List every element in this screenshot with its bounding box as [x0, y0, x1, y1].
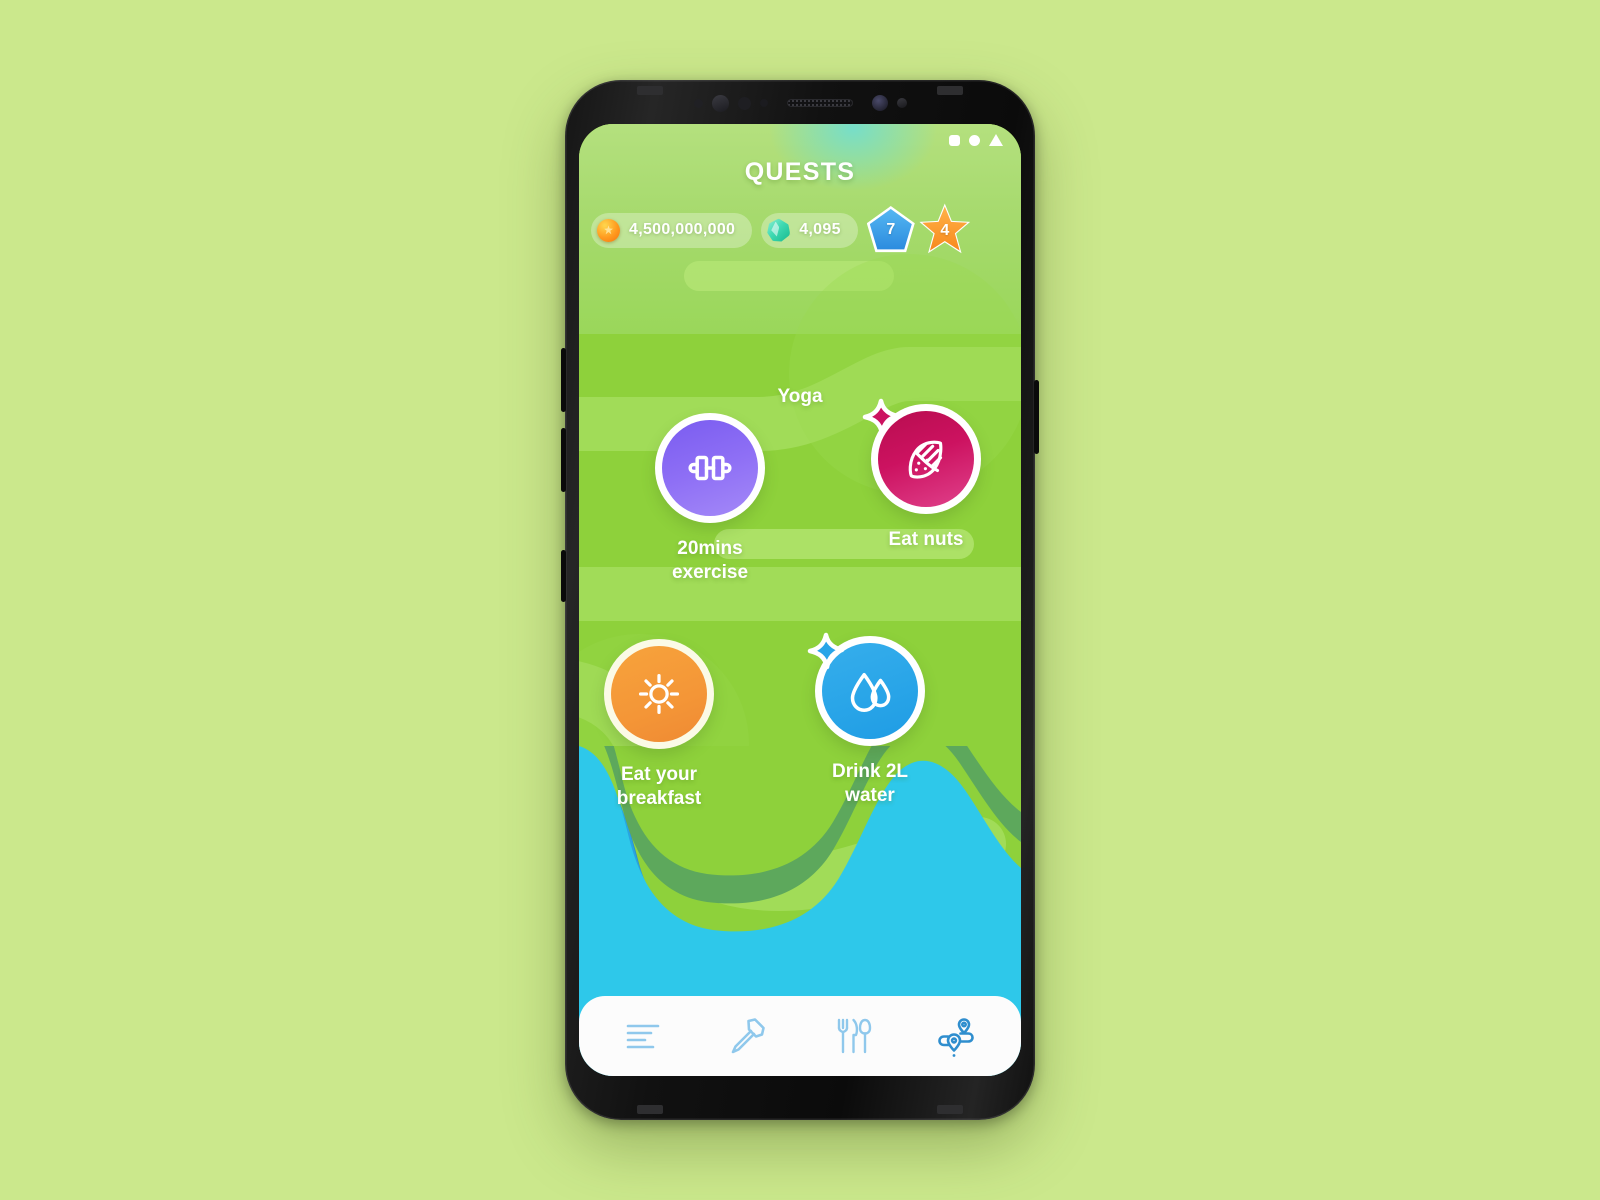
- nav-item-journey[interactable]: [926, 1007, 988, 1065]
- phone-mockup: QUESTS 4,500,000,000 4,095 7 4 Yoga 20mi…: [561, 80, 1039, 1120]
- nav-item-feed[interactable]: [612, 1007, 674, 1065]
- antenna-nub-bottom-right: [937, 1105, 963, 1114]
- phone-screen: QUESTS 4,500,000,000 4,095 7 4 Yoga 20mi…: [579, 124, 1021, 1076]
- hammer-icon: [731, 1018, 765, 1054]
- nav-item-build[interactable]: [717, 1007, 779, 1065]
- nav-item-food[interactable]: [821, 1007, 883, 1065]
- power-button[interactable]: [1034, 380, 1039, 454]
- quest-node-ring: [604, 639, 714, 749]
- quest-node-water[interactable]: Drink 2L water: [807, 632, 945, 809]
- volume-down-button[interactable]: [561, 428, 566, 492]
- quest-label-line2: exercise: [671, 562, 749, 584]
- quest-label-line2: water: [845, 785, 895, 807]
- quest-label-line1: Eat your: [620, 764, 698, 785]
- quest-node-breakfast[interactable]: Eat your breakfast: [604, 639, 734, 812]
- proximity-sensor-icon: [693, 98, 703, 108]
- gem-amount: 4,095: [799, 221, 841, 238]
- quest-node-exercise[interactable]: 20mins exercise: [655, 413, 785, 586]
- quest-node-nuts[interactable]: Eat nuts: [862, 398, 1001, 552]
- dumbbell-icon: [688, 455, 732, 481]
- quest-node-label: Eat nuts: [851, 528, 1001, 552]
- quest-node-label: Drink 2L water: [795, 760, 945, 809]
- sparkle-icon: [807, 632, 845, 670]
- coin-icon: [597, 218, 620, 242]
- sun-icon: [638, 673, 680, 715]
- circle-icon: [969, 134, 980, 146]
- resource-bar: 4,500,000,000 4,095 7 4: [579, 203, 1021, 254]
- star-badge-value: 4: [940, 222, 950, 239]
- quest-map: Yoga 20mins exercise Eat nuts Eat your b…: [579, 124, 1021, 1076]
- triangle-icon: [989, 134, 1003, 146]
- quest-node-fill: [662, 420, 758, 516]
- bottom-navigation-bar: [579, 996, 1021, 1076]
- earpiece-speaker-icon: [786, 99, 853, 107]
- gem-icon: [767, 219, 790, 242]
- iris-scanner-icon: [711, 94, 729, 112]
- led-indicator-icon: [896, 98, 907, 108]
- coin-amount: 4,500,000,000: [629, 221, 736, 238]
- cutlery-icon: [838, 1018, 872, 1054]
- almond-nut-icon: [908, 440, 943, 479]
- quest-node-label: 20mins exercise: [635, 537, 785, 586]
- phone-sensor-strip: [565, 80, 1035, 126]
- front-camera-icon: [871, 95, 888, 111]
- coin-balance-pill[interactable]: 4,500,000,000: [591, 212, 753, 248]
- quest-node-fill: [611, 646, 707, 742]
- level-badge-value: 7: [886, 221, 896, 238]
- water-drops-icon: [850, 672, 891, 712]
- quest-label-line1: Drink 2L: [831, 761, 909, 782]
- aux-sensor-icon: [759, 99, 768, 107]
- square-icon: [949, 134, 960, 146]
- quest-node-label: Eat your breakfast: [584, 763, 734, 812]
- star-badge[interactable]: 4: [919, 203, 971, 254]
- assistant-button[interactable]: [561, 550, 566, 602]
- quest-label-line1: 20mins: [677, 538, 743, 559]
- status-bar: [949, 134, 1003, 146]
- level-badge[interactable]: 7: [866, 206, 915, 253]
- volume-up-button[interactable]: [561, 348, 566, 412]
- quest-label-line2: breakfast: [616, 788, 702, 810]
- gem-balance-pill[interactable]: 4,095: [761, 212, 858, 248]
- route-pins-icon: [937, 1018, 974, 1057]
- list-lines-icon: [626, 1024, 660, 1049]
- light-sensor-icon: [737, 96, 751, 110]
- quest-node-ring: [655, 413, 765, 523]
- page-title: QUESTS: [744, 158, 856, 186]
- sparkle-icon: [862, 398, 900, 436]
- antenna-nub-bottom-left: [637, 1105, 663, 1114]
- quest-label-line1: Eat nuts: [888, 529, 964, 550]
